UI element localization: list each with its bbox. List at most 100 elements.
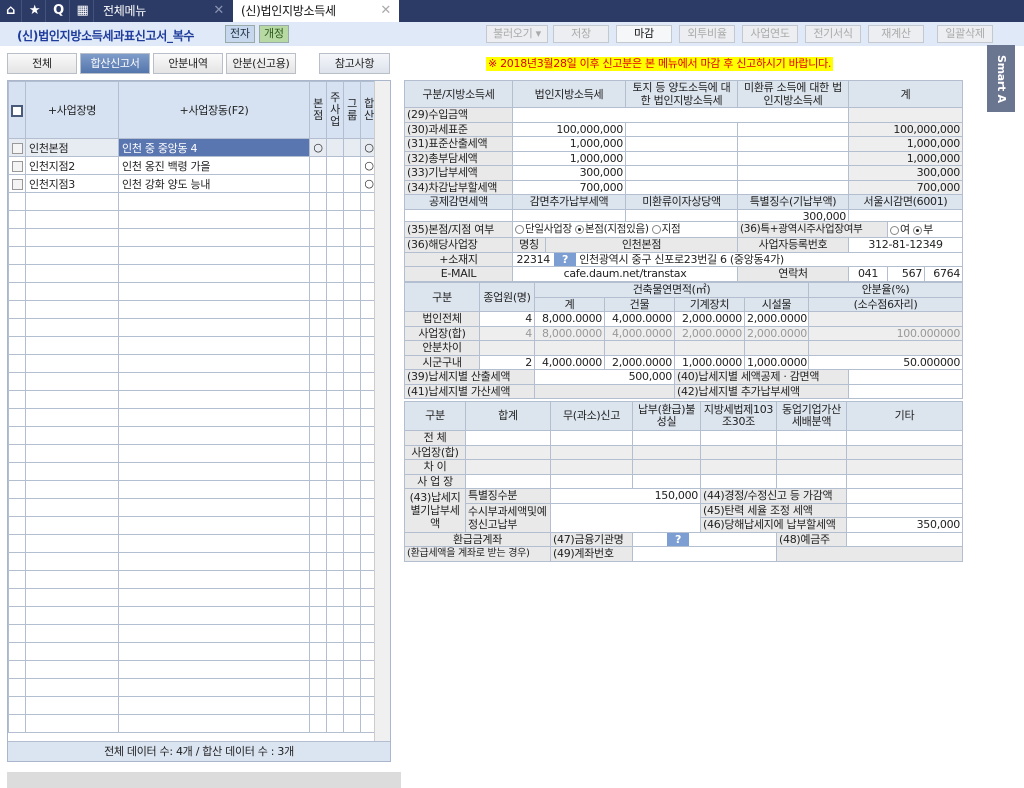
- vertical-scrollbar[interactable]: [374, 81, 390, 741]
- revision-badge[interactable]: 개정: [259, 25, 289, 43]
- tab-combined-report[interactable]: 합산신고서: [80, 53, 150, 74]
- load-button[interactable]: 불러오기 ▾: [486, 25, 548, 43]
- table-row[interactable]: [8, 480, 378, 499]
- table-row[interactable]: [8, 642, 378, 661]
- table-row[interactable]: [8, 678, 378, 697]
- search-icon[interactable]: Q: [48, 0, 70, 22]
- row-checkbox[interactable]: [8, 174, 26, 193]
- e-filing-badge[interactable]: 전자: [225, 25, 255, 43]
- land-transfer-value[interactable]: [625, 121, 738, 137]
- row-checkbox[interactable]: [8, 156, 26, 175]
- table-row[interactable]: [8, 606, 378, 625]
- star-icon[interactable]: ★: [24, 0, 46, 22]
- penalty-cell[interactable]: [846, 430, 963, 446]
- table-row[interactable]: [8, 570, 378, 589]
- smart-a-panel-tab[interactable]: Smart A: [987, 45, 1015, 112]
- table-row[interactable]: [8, 390, 378, 409]
- table-row[interactable]: [8, 210, 378, 229]
- land-transfer-value[interactable]: [625, 136, 738, 152]
- allocation-emp[interactable]: 2: [479, 354, 535, 370]
- penalty-cell[interactable]: [550, 430, 633, 446]
- ratio-button[interactable]: 외투비율: [679, 25, 735, 43]
- penalty-cell[interactable]: [632, 473, 701, 489]
- depositor-field[interactable]: [846, 531, 963, 547]
- penalty-cell[interactable]: [700, 473, 777, 489]
- table-row[interactable]: [8, 624, 378, 643]
- home-icon[interactable]: ⌂: [0, 0, 22, 22]
- row-checkbox[interactable]: [8, 138, 26, 157]
- deadline-button[interactable]: 마감: [616, 25, 672, 43]
- allocation-sum[interactable]: 4,000.0000: [534, 354, 605, 370]
- table-row[interactable]: [8, 444, 378, 463]
- table-row[interactable]: [8, 318, 378, 337]
- address-field[interactable]: 22314? 인천광역시 중구 신포로23번길 6 (중앙동4가): [511, 251, 964, 267]
- business-dong[interactable]: 인천 중 중앙동 4: [118, 138, 310, 157]
- table-row[interactable]: [8, 300, 378, 319]
- corp-local-tax-value[interactable]: 700,000: [512, 179, 626, 195]
- business-year-button[interactable]: 사업연도: [742, 25, 798, 43]
- table-row[interactable]: 인천지점3 인천 강화 양도 능내 ○: [8, 174, 378, 193]
- allocation-m[interactable]: 2,000.0000: [674, 311, 745, 327]
- allocation-b[interactable]: 4,000.0000: [604, 311, 675, 327]
- table-row[interactable]: [8, 336, 378, 355]
- penalty-cell[interactable]: [550, 473, 633, 489]
- table-row[interactable]: [8, 408, 378, 427]
- unreturned-value[interactable]: [737, 136, 849, 152]
- select-all-checkbox[interactable]: [8, 81, 26, 139]
- corp-local-tax-value[interactable]: 1,000,000: [512, 136, 626, 152]
- table-row[interactable]: [8, 660, 378, 679]
- table-row[interactable]: [8, 228, 378, 247]
- table-row[interactable]: [8, 696, 378, 715]
- radio-no[interactable]: 부: [923, 223, 933, 236]
- table-row[interactable]: [8, 354, 378, 373]
- table-row[interactable]: [8, 588, 378, 607]
- allocation-b[interactable]: 2,000.0000: [604, 354, 675, 370]
- penalty-cell[interactable]: [465, 430, 551, 446]
- penalty-cell[interactable]: [465, 473, 551, 489]
- penalty-cell[interactable]: [846, 473, 963, 489]
- reference-button[interactable]: 참고사항: [319, 53, 390, 74]
- land-transfer-value[interactable]: [625, 165, 738, 181]
- local-tax-calc-value[interactable]: 500,000: [534, 369, 675, 385]
- penalty-cell[interactable]: [700, 430, 777, 446]
- allocation-sum[interactable]: 8,000.0000: [534, 311, 605, 327]
- radio-hq[interactable]: 본점(지점있음): [585, 223, 649, 235]
- penalty-cell[interactable]: [632, 430, 701, 446]
- e-form-button[interactable]: 전기서식: [805, 25, 861, 43]
- flexible-rate-value[interactable]: [846, 502, 963, 518]
- table-row[interactable]: [8, 426, 378, 445]
- table-row[interactable]: [8, 246, 378, 265]
- corp-local-tax-value[interactable]: 300,000: [512, 165, 626, 181]
- occasional-tax-value[interactable]: [550, 502, 701, 533]
- horizontal-scrollbar[interactable]: [7, 772, 401, 788]
- table-row[interactable]: [8, 282, 378, 301]
- local-tax-credit-value[interactable]: [848, 369, 964, 385]
- allocation-emp[interactable]: 4: [479, 311, 535, 327]
- allocation-m[interactable]: 1,000.0000: [674, 354, 745, 370]
- table-row[interactable]: [8, 714, 378, 733]
- special-collection-value[interactable]: 150,000: [550, 488, 701, 504]
- metro-main-radio-group[interactable]: 여 부: [887, 221, 964, 238]
- radio-yes[interactable]: 여: [900, 223, 910, 236]
- phone-3[interactable]: 6764: [924, 266, 964, 282]
- zip-search-button[interactable]: ?: [554, 252, 576, 266]
- table-row[interactable]: [8, 192, 378, 211]
- unreturned-value[interactable]: [737, 179, 849, 195]
- business-dong[interactable]: 인천 강화 양도 능내: [118, 174, 310, 193]
- local-additional-value[interactable]: [848, 383, 964, 399]
- recalculate-button[interactable]: 재계산: [868, 25, 924, 43]
- bank-name-field[interactable]: ?: [632, 531, 777, 547]
- table-row[interactable]: [8, 498, 378, 517]
- tab-all-menu[interactable]: 전체메뉴 ✕: [95, 0, 232, 22]
- corp-local-tax-value[interactable]: 100,000,000: [512, 121, 626, 137]
- unreturned-value[interactable]: [737, 165, 849, 181]
- table-row[interactable]: [8, 534, 378, 553]
- table-row[interactable]: [8, 372, 378, 391]
- table-row[interactable]: [8, 264, 378, 283]
- unreturned-value[interactable]: [737, 150, 849, 166]
- correction-value[interactable]: [846, 488, 963, 504]
- phone-2[interactable]: 567: [887, 266, 926, 282]
- tab-allocation-report[interactable]: 안분(신고용): [226, 53, 296, 74]
- corp-local-tax-value[interactable]: 1,000,000: [512, 150, 626, 166]
- penalty-cell[interactable]: [776, 473, 847, 489]
